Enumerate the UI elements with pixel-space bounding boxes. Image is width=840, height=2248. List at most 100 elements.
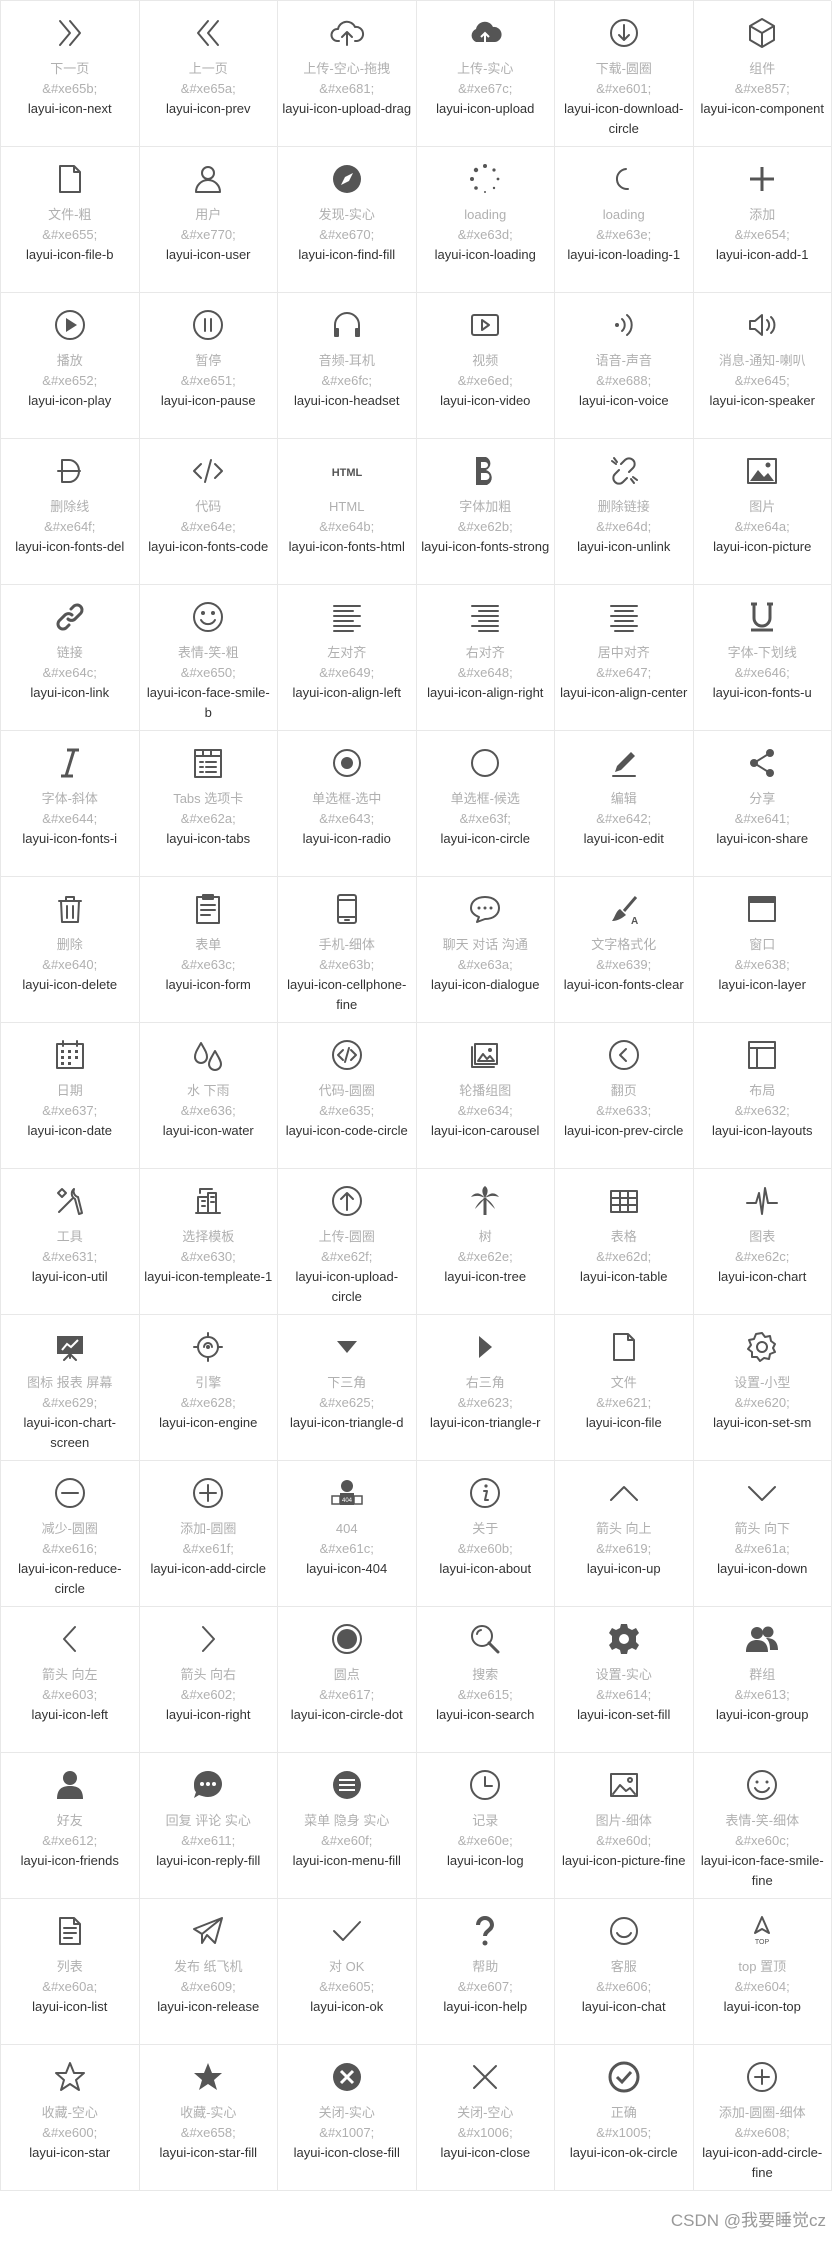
icon-name: 删除 [56,937,83,952]
icon-unicode: &#xe601; [596,81,652,96]
add-circle-fine-icon [694,2059,832,2099]
icon-unicode: &#xe607; [457,1979,513,1994]
icon-cell-right: 箭头 向右 &#xe602; layui-icon-right [139,1607,278,1753]
code-circle-icon [278,1037,416,1077]
icon-cell-set-fill: 设置-实心 &#xe614; layui-icon-set-fill [555,1607,694,1753]
icon-cell-down: 箭头 向下 &#xe61a; layui-icon-down [693,1461,832,1607]
icon-name: 用户 [195,207,222,222]
set-fill-icon [555,1621,693,1661]
icon-class: layui-icon-set-sm [713,1415,812,1430]
icon-name: 上一页 [188,61,228,76]
circle-icon [417,745,555,785]
icon-name: 箭头 向左 [41,1667,98,1682]
ok-circle-icon [555,2059,693,2099]
icon-cell-util: 工具 &#xe631; layui-icon-util [1,1169,140,1315]
up-icon [555,1475,693,1515]
icon-name: 图片-细体 [595,1813,652,1828]
icon-name: 语音-声音 [595,353,652,368]
icon-name: 设置-实心 [595,1667,652,1682]
icon-class: layui-icon-picture-fine [561,1853,686,1868]
templeate-1-icon [140,1183,278,1223]
icon-name: 关于 [472,1521,499,1536]
icon-class: layui-icon-speaker [709,393,816,408]
icon-name: 分享 [749,791,776,806]
icon-class: layui-icon-download-circle [564,101,684,136]
icon-class: layui-icon-top [723,1999,801,2014]
icon-unicode: &#xe637; [42,1103,98,1118]
icon-class: layui-icon-search [436,1707,535,1722]
play-icon [1,307,139,347]
icon-cell-water: 水 下雨 &#xe636; layui-icon-water [139,1023,278,1169]
icon-cell-ok: 对 OK &#xe605; layui-icon-ok [278,1899,417,2045]
icon-name: 文件-粗 [48,207,92,222]
icon-cell-search: 搜索 &#xe615; layui-icon-search [416,1607,555,1753]
icon-class: layui-icon-find-fill [298,247,396,262]
icon-unicode: &#xe62e; [457,1249,513,1264]
icon-name: 文件 [610,1375,637,1390]
reply-fill-icon [140,1767,278,1807]
icon-name: 右对齐 [465,645,505,660]
layouts-icon [694,1037,832,1077]
icon-class: layui-icon-fonts-u [712,685,812,700]
icon-unicode: &#xe632; [734,1103,790,1118]
icon-cell-face-smile-fine: 表情-笑-细体 &#xe60c; layui-icon-face-smile-fin… [693,1753,832,1899]
top-icon: TOP [694,1913,832,1953]
icon-unicode: &#xe642; [596,811,652,826]
icon-name: 居中对齐 [597,645,650,660]
icon-name: 代码 [195,499,222,514]
file-b-icon [1,161,139,201]
icon-cell-play: 播放 &#xe652; layui-icon-play [1,293,140,439]
icon-name: 记录 [472,1813,499,1828]
icon-name: 字体-下划线 [727,645,797,660]
add-1-icon [694,161,832,201]
icon-cell-star: 收藏-空心 &#xe600; layui-icon-star [1,2045,140,2191]
icon-unicode: &#xe604; [734,1979,790,1994]
icon-name: 上传-空心-拖拽 [303,61,391,76]
icon-unicode: &#xe681; [319,81,375,96]
icon-class: layui-icon-ok [310,1999,384,2014]
icon-class: layui-icon-help [443,1999,528,2014]
icon-unicode: &#xe647; [596,665,652,680]
star-fill-icon [140,2059,278,2099]
align-right-icon [417,599,555,639]
icon-unicode: &#xe629; [42,1395,98,1410]
icon-name: 设置-小型 [734,1375,791,1390]
icon-unicode: &#xe652; [42,373,98,388]
icon-class: layui-icon-face-smile-b [146,685,270,720]
icon-cell-table: 表格 &#xe62d; layui-icon-table [555,1169,694,1315]
icon-cell-set-sm: 设置-小型 &#xe620; layui-icon-set-sm [693,1315,832,1461]
icon-cell-reply-fill: 回复 评论 实心 &#xe611; layui-icon-reply-fill [139,1753,278,1899]
icon-name: 窗口 [749,937,776,952]
icon-class: layui-icon-add-circle-fine [702,2145,823,2180]
face-smile-fine-icon [694,1767,832,1807]
icon-name: 关闭-空心 [457,2105,514,2120]
icon-unicode: &#xe6fc; [321,373,373,388]
icon-class: layui-icon-loading [434,247,536,262]
icon-class: layui-icon-edit [583,831,664,846]
delete-icon [1,891,139,931]
icon-unicode: &#xe60d; [596,1833,652,1848]
upload-circle-icon [278,1183,416,1223]
icon-name: Tabs 选项卡 [173,791,244,806]
icon-class: layui-icon-water [162,1123,254,1138]
icon-unicode: &#xe770; [180,227,236,242]
icon-unicode: &#xe606; [596,1979,652,1994]
icon-class: layui-icon-fonts-html [288,539,405,554]
icon-name: 轮播组图 [459,1083,512,1098]
icon-name: 左对齐 [327,645,367,660]
icon-unicode: &#xe639; [596,957,652,972]
icon-unicode: &#xe63a; [457,957,513,972]
icon-cell-layer: 窗口 &#xe638; layui-icon-layer [693,877,832,1023]
icon-cell-link: 链接 &#xe64c; layui-icon-link [1,585,140,731]
icon-name: 群组 [749,1667,776,1682]
icon-class: layui-icon-down [717,1561,808,1576]
icon-cell-ok-circle: 正确 &#x1005; layui-icon-ok-circle [555,2045,694,2191]
icon-class: layui-icon-loading-1 [567,247,681,262]
icon-cell-star-fill: 收藏-实心 &#xe658; layui-icon-star-fill [139,2045,278,2191]
icon-unicode: &#xe623; [457,1395,513,1410]
icon-class: layui-icon-util [31,1269,108,1284]
tabs-icon [140,745,278,785]
icon-class: layui-icon-picture [713,539,812,554]
icon-class: layui-icon-about [439,1561,532,1576]
icon-class: layui-icon-friends [20,1853,119,1868]
